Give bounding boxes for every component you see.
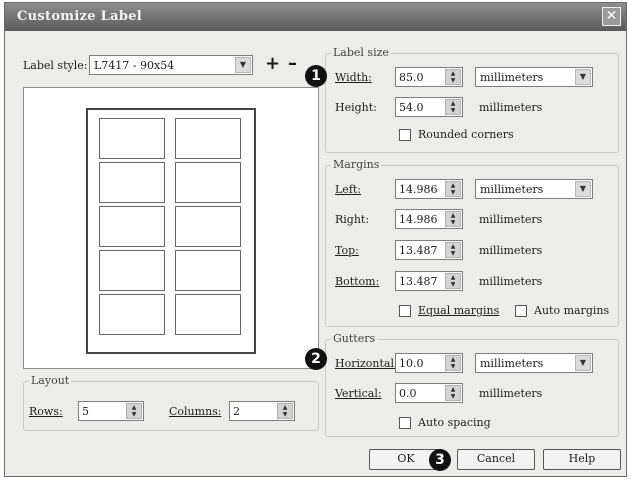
height-label: Height: — [335, 101, 377, 114]
spin-arrows-icon[interactable]: ▲ ▼ — [445, 211, 461, 227]
label-style-value: L7417 - 90x54 — [94, 59, 175, 72]
spin-arrows-icon[interactable]: ▲ ▼ — [445, 69, 461, 85]
spin-arrows-icon[interactable]: ▲ ▼ — [445, 242, 461, 258]
chevron-down-icon: ▼ — [575, 181, 591, 197]
auto-spacing-checkbox[interactable] — [399, 417, 411, 429]
margin-unit-value: millimeters — [480, 183, 544, 196]
preview-label-cell — [175, 162, 241, 203]
spin-arrows-icon[interactable]: ▲ ▼ — [277, 403, 293, 419]
columns-value: 2 — [233, 405, 240, 418]
height-value: 54.0 — [399, 101, 424, 114]
margin-unit-dropdown[interactable]: millimeters ▼ — [475, 179, 593, 199]
rounded-corners-checkbox[interactable] — [399, 129, 411, 141]
close-button[interactable]: ✕ — [602, 7, 621, 26]
layout-group-title: Layout — [29, 374, 72, 387]
gutters-group-title: Gutters — [331, 332, 378, 345]
width-unit-value: millimeters — [480, 71, 544, 84]
preview-label-cell — [99, 118, 165, 159]
rounded-corners-label: Rounded corners — [418, 128, 514, 141]
left-margin-label: Left: — [335, 183, 362, 196]
window-title: Customize Label — [17, 9, 143, 24]
add-style-button[interactable]: + — [265, 53, 280, 74]
width-value: 85.0 — [399, 71, 424, 84]
top-margin-value: 13.487 — [399, 244, 438, 257]
label-style-dropdown[interactable]: L7417 - 90x54 ▼ — [89, 55, 253, 75]
height-unit-text: millimeters — [479, 101, 543, 114]
right-margin-unit: millimeters — [479, 213, 543, 226]
vertical-gutter-label: Vertical: — [335, 387, 382, 400]
right-margin-value: 14.986 — [399, 213, 438, 226]
width-spinner[interactable]: 85.0 ▲ ▼ — [395, 67, 463, 87]
width-unit-dropdown[interactable]: millimeters ▼ — [475, 67, 593, 87]
top-margin-label: Top: — [335, 244, 359, 257]
auto-margins-label: Auto margins — [534, 304, 610, 317]
label-size-group-title: Label size — [331, 46, 391, 59]
spin-arrows-icon[interactable]: ▲ ▼ — [445, 273, 461, 289]
remove-style-button[interactable]: – — [288, 53, 297, 74]
preview-label-cell — [99, 250, 165, 291]
callout-marker-3: 3 — [429, 449, 451, 471]
preview-label-cell — [175, 250, 241, 291]
horizontal-gutter-label: Horizontal: — [335, 357, 398, 370]
spin-arrows-icon[interactable]: ▲ ▼ — [445, 355, 461, 371]
vertical-gutter-value: 0.0 — [399, 387, 417, 400]
margins-group-title: Margins — [331, 158, 382, 171]
equal-margins-label: Equal margins — [418, 304, 500, 317]
rows-label: Rows: — [29, 405, 63, 418]
chevron-down-icon: ▼ — [575, 355, 591, 371]
spin-arrows-icon[interactable]: ▲ ▼ — [445, 385, 461, 401]
title-bar: Customize Label ✕ — [5, 3, 626, 31]
vertical-gutter-unit: millimeters — [479, 387, 543, 400]
equal-margins-checkbox[interactable] — [399, 305, 411, 317]
left-margin-spinner[interactable]: 14.986 ▲ ▼ — [395, 179, 463, 199]
spin-arrows-icon[interactable]: ▲ ▼ — [126, 403, 142, 419]
chevron-down-icon: ▼ — [575, 69, 591, 85]
callout-marker-1: 1 — [305, 65, 327, 87]
preview-sheet — [86, 108, 256, 354]
gutter-unit-value: millimeters — [480, 357, 544, 370]
preview-label-cell — [175, 294, 241, 335]
preview-label-cell — [99, 162, 165, 203]
top-margin-unit: millimeters — [479, 244, 543, 257]
bottom-margin-label: Bottom: — [335, 275, 380, 288]
callout-marker-2: 2 — [305, 348, 327, 370]
bottom-margin-value: 13.487 — [399, 275, 438, 288]
preview-label-cell — [99, 206, 165, 247]
bottom-margin-spinner[interactable]: 13.487 ▲ ▼ — [395, 271, 463, 291]
chevron-down-icon: ▼ — [235, 57, 251, 73]
right-margin-label: Right: — [335, 213, 370, 226]
columns-spinner[interactable]: 2 ▲ ▼ — [229, 401, 295, 421]
bottom-margin-unit: millimeters — [479, 275, 543, 288]
right-margin-spinner[interactable]: 14.986 ▲ ▼ — [395, 209, 463, 229]
horizontal-gutter-value: 10.0 — [399, 357, 424, 370]
rows-value: 5 — [82, 405, 89, 418]
spin-arrows-icon[interactable]: ▲ ▼ — [445, 181, 461, 197]
auto-margins-checkbox[interactable] — [515, 305, 527, 317]
cancel-button[interactable]: Cancel — [457, 449, 535, 470]
top-margin-spinner[interactable]: 13.487 ▲ ▼ — [395, 240, 463, 260]
label-preview — [23, 87, 319, 369]
label-style-label: Label style: — [23, 59, 88, 72]
help-button[interactable]: Help — [543, 449, 621, 470]
width-label: Width: — [335, 71, 372, 84]
preview-label-cell — [175, 118, 241, 159]
preview-label-cell — [175, 206, 241, 247]
vertical-gutter-spinner[interactable]: 0.0 ▲ ▼ — [395, 383, 463, 403]
left-margin-value: 14.986 — [399, 183, 438, 196]
spin-arrows-icon[interactable]: ▲ ▼ — [445, 99, 461, 115]
auto-spacing-label: Auto spacing — [418, 416, 491, 429]
horizontal-gutter-spinner[interactable]: 10.0 ▲ ▼ — [395, 353, 463, 373]
columns-label: Columns: — [169, 405, 222, 418]
gutter-unit-dropdown[interactable]: millimeters ▼ — [475, 353, 593, 373]
height-spinner[interactable]: 54.0 ▲ ▼ — [395, 97, 463, 117]
preview-label-cell — [99, 294, 165, 335]
customize-label-dialog: Customize Label ✕ Label style: L7417 - 9… — [4, 2, 627, 477]
close-icon: ✕ — [605, 8, 618, 24]
rows-spinner[interactable]: 5 ▲ ▼ — [78, 401, 144, 421]
